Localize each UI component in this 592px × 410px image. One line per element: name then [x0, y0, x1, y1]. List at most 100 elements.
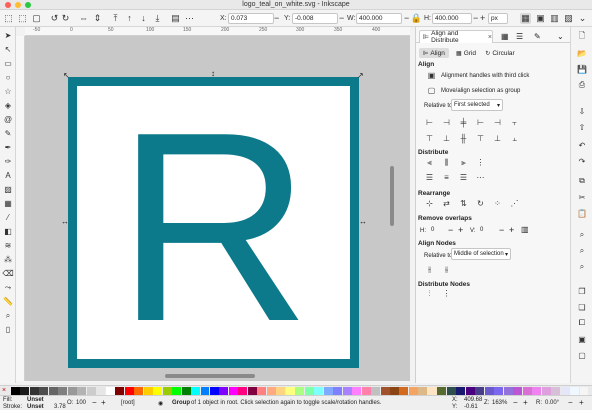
rotation-plus[interactable]: + [579, 398, 584, 407]
align-nodes-h-icon[interactable]: ⫲ [424, 265, 435, 275]
open-icon[interactable]: 📂 [576, 47, 588, 59]
import-icon[interactable]: ⇩ [576, 105, 588, 117]
pages-tool-icon[interactable]: ▯ [2, 324, 14, 336]
x-input[interactable]: 0.073 [228, 13, 274, 24]
color-swatch[interactable] [162, 387, 172, 395]
x-minus-button[interactable]: − [274, 13, 279, 24]
circle-tool-icon[interactable]: ○ [2, 72, 14, 84]
align-bottom-edge-icon[interactable]: ⊥ [492, 134, 503, 144]
resize-handle[interactable]: ↔ [61, 217, 69, 226]
color-swatch[interactable] [247, 387, 257, 395]
color-swatch[interactable] [105, 387, 115, 395]
color-swatch[interactable] [437, 387, 447, 395]
overlap-v-plus[interactable]: + [509, 225, 514, 235]
opacity-minus[interactable]: − [92, 398, 97, 407]
overlap-h-minus[interactable]: − [448, 225, 453, 235]
color-swatch[interactable] [361, 387, 371, 395]
more-icon[interactable]: ⋯ [184, 13, 195, 24]
h-plus-button[interactable]: + [480, 13, 485, 24]
group-icon[interactable]: ▣ [576, 333, 588, 345]
spiral-tool-icon[interactable]: @ [2, 114, 14, 126]
rectangle-tool-icon[interactable]: ▭ [2, 58, 14, 70]
pen-tool-icon[interactable]: ✒ [2, 142, 14, 154]
move-group-icon[interactable]: ▢ [426, 86, 437, 96]
distribute-bottom-icon[interactable]: ☰ [458, 173, 469, 183]
color-swatch[interactable] [323, 387, 333, 395]
clone-icon[interactable]: ❏ [576, 301, 588, 313]
align-baseline-icon[interactable]: ⫟ [509, 118, 520, 128]
color-swatch[interactable] [39, 387, 49, 395]
align-icon[interactable]: ▤ [170, 13, 181, 24]
resize-handle[interactable]: ↖ [63, 71, 70, 80]
horizontal-scrollbar[interactable] [165, 374, 255, 378]
remove-overlaps-icon[interactable]: ▥ [521, 225, 529, 234]
color-swatch[interactable] [399, 387, 409, 395]
eraser-tool-icon[interactable]: ⌫ [2, 268, 14, 280]
color-swatch[interactable] [532, 387, 542, 395]
align-left-icon[interactable]: ⊣ [441, 118, 452, 128]
color-swatch[interactable] [276, 387, 286, 395]
unclump-icon[interactable]: ⋰ [509, 199, 520, 209]
color-swatch[interactable] [570, 387, 580, 395]
exchange-positions-icon[interactable]: ⇄ [441, 199, 452, 209]
color-swatch[interactable] [390, 387, 399, 395]
layers-icon[interactable]: ☰ [516, 32, 523, 41]
color-swatch[interactable] [333, 387, 343, 395]
raise-to-top-icon[interactable]: ⤒ [110, 13, 121, 24]
vertical-scrollbar[interactable] [390, 166, 394, 226]
color-swatch[interactable] [494, 387, 504, 395]
distribute-gaps-h-icon[interactable]: ⋮ [475, 158, 486, 168]
exchange-z-icon[interactable]: ⇅ [458, 199, 469, 209]
distribute-left-icon[interactable]: ⫷ [424, 158, 435, 168]
connector-tool-icon[interactable]: ⤳ [2, 282, 14, 294]
y-input[interactable]: -0.008 [292, 13, 338, 24]
color-swatch[interactable] [522, 387, 532, 395]
duplicate-icon[interactable]: ❐ [576, 285, 588, 297]
pencil-tool-icon[interactable]: ✎ [2, 128, 14, 140]
color-swatch[interactable] [418, 387, 428, 395]
lower-to-bottom-icon[interactable]: ⤓ [152, 13, 163, 24]
distribute-nodes-v-icon[interactable]: ⋮ [441, 289, 452, 299]
dock-menu-icon[interactable]: ⌄ [557, 32, 564, 41]
color-swatch[interactable] [560, 387, 570, 395]
raise-icon[interactable]: ↑ [124, 13, 135, 24]
align-center-h-icon[interactable]: ╪ [458, 118, 469, 128]
move-gradients-icon[interactable]: ▥ [549, 13, 560, 24]
zoom-page-icon[interactable]: ⌕ [576, 261, 588, 273]
ungroup-icon[interactable]: ▢ [576, 349, 588, 361]
zoom-tool-icon[interactable]: ⌕ [2, 310, 14, 322]
rotate-ccw-icon[interactable]: ↺ [49, 13, 60, 24]
color-swatch[interactable] [11, 387, 20, 395]
color-swatch[interactable] [475, 387, 485, 395]
zoom-plus[interactable]: + [523, 398, 528, 407]
paste-icon[interactable]: 📋 [576, 207, 588, 219]
redo-icon[interactable]: ↷ [576, 155, 588, 167]
subtab-circular[interactable]: ↻ Circular [482, 48, 518, 58]
color-swatch[interactable] [48, 387, 58, 395]
color-swatch[interactable] [295, 387, 305, 395]
color-swatch[interactable] [465, 387, 475, 395]
align-left-edge-icon[interactable]: ⊢ [424, 118, 435, 128]
color-swatch[interactable] [541, 387, 551, 395]
randomize-icon[interactable]: ⁘ [492, 199, 503, 209]
undo-icon[interactable]: ↶ [576, 139, 588, 151]
star-tool-icon[interactable]: ☆ [2, 86, 14, 98]
edit-icon[interactable]: ✎ [534, 32, 541, 41]
color-swatch[interactable] [115, 387, 125, 395]
select-all-icon[interactable]: ⬚ [3, 13, 14, 24]
exchange-clockwise-icon[interactable]: ↻ [475, 199, 486, 209]
selector-tool-icon[interactable]: ➤ [2, 30, 14, 42]
color-swatch[interactable] [446, 387, 456, 395]
cut-icon[interactable]: ✂ [576, 191, 588, 203]
stroke-value[interactable]: Unset [27, 404, 44, 410]
y-minus-button[interactable]: − [339, 13, 344, 24]
color-swatch[interactable] [427, 387, 437, 395]
zoom-minus[interactable]: − [513, 398, 518, 407]
unit-select[interactable]: px [488, 13, 508, 24]
distribute-right-icon[interactable]: ⫸ [458, 158, 469, 168]
calligraphy-tool-icon[interactable]: ✑ [2, 156, 14, 168]
color-swatch[interactable] [285, 387, 295, 395]
fill-value[interactable]: Unset [27, 397, 44, 403]
no-paint-swatch[interactable]: × [2, 387, 9, 395]
tab-align-distribute[interactable]: ⊫ Align and Distribute × [419, 30, 493, 44]
